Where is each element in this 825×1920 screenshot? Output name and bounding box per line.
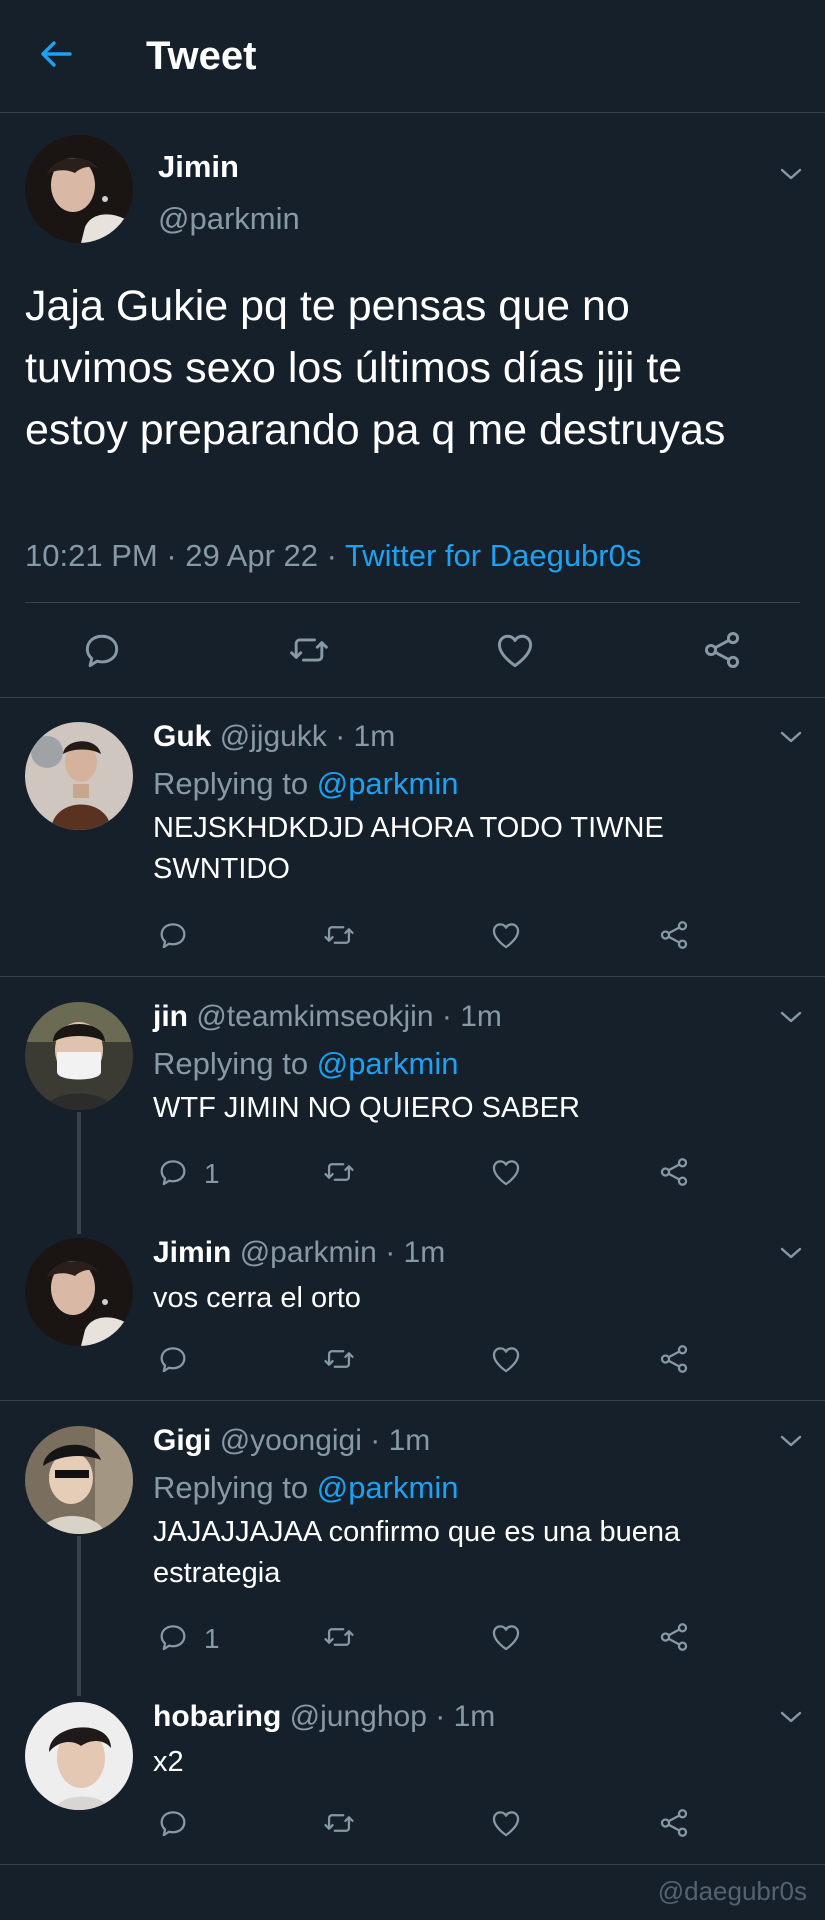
like-icon[interactable] bbox=[489, 1342, 523, 1376]
author-handle[interactable]: @yoongigi bbox=[220, 1424, 362, 1457]
reply-text: vos cerra el orto bbox=[153, 1282, 361, 1314]
author-name[interactable]: Jimin bbox=[158, 149, 239, 185]
tweet-time: 10:21 PM bbox=[25, 538, 158, 573]
retweet-icon[interactable] bbox=[322, 1806, 356, 1840]
reply-text: NEJSKHDKDJD AHORA TODO TIWNE SWNTIDO bbox=[153, 812, 664, 885]
avatar[interactable] bbox=[25, 722, 133, 830]
replying-to-label: Replying to bbox=[153, 1470, 309, 1505]
dot-separator: · bbox=[370, 1424, 381, 1457]
avatar[interactable] bbox=[25, 1238, 133, 1346]
replying-to-label: Replying to bbox=[153, 766, 309, 801]
chevron-down-icon[interactable] bbox=[778, 1244, 804, 1262]
reply-header: hobaring @junghop · 1m bbox=[153, 1700, 495, 1734]
author-name[interactable]: hobaring bbox=[153, 1700, 281, 1733]
dot-separator: · bbox=[166, 538, 177, 573]
reply-header: jin @teamkimseokjin · 1m bbox=[153, 1000, 502, 1034]
reply-icon[interactable] bbox=[156, 918, 190, 952]
reply-text: WTF JIMIN NO QUIERO SABER bbox=[153, 1092, 580, 1124]
main-tweet: Jimin @parkmin Jaja Gukie pq te pensas q… bbox=[0, 113, 825, 698]
like-icon[interactable] bbox=[489, 1620, 523, 1654]
share-icon[interactable] bbox=[657, 1806, 691, 1840]
reply-text: x2 bbox=[153, 1746, 184, 1778]
retweet-icon[interactable] bbox=[322, 1155, 356, 1189]
chevron-down-icon[interactable] bbox=[778, 1708, 804, 1726]
replying-to: Replying to @parkmin bbox=[153, 1046, 458, 1082]
share-icon[interactable] bbox=[657, 918, 691, 952]
reply-header: Gigi @yoongigi · 1m bbox=[153, 1424, 430, 1458]
reply-header: Jimin @parkmin · 1m bbox=[153, 1236, 445, 1270]
reply-count: 1 bbox=[204, 1158, 220, 1189]
watermark: @daegubr0s bbox=[657, 1876, 807, 1906]
reply-icon[interactable] bbox=[156, 1155, 190, 1189]
author-handle[interactable]: @teamkimseokjin bbox=[196, 1000, 433, 1033]
replying-to-label: Replying to bbox=[153, 1046, 309, 1081]
reply-icon[interactable] bbox=[156, 1342, 190, 1376]
back-arrow-icon[interactable] bbox=[36, 34, 76, 74]
top-bar: Tweet bbox=[0, 0, 825, 113]
reply-time: 1m bbox=[453, 1700, 496, 1733]
replying-to: Replying to @parkmin bbox=[153, 1470, 458, 1506]
reply-tweet[interactable]: Guk @jjgukk · 1m Replying to @parkmin NE… bbox=[0, 698, 825, 976]
replying-to: Replying to @parkmin bbox=[153, 766, 458, 802]
author-handle[interactable]: @junghop bbox=[290, 1700, 427, 1733]
retweet-icon[interactable] bbox=[322, 1342, 356, 1376]
avatar[interactable] bbox=[25, 1002, 133, 1110]
tweet-source[interactable]: Twitter for Daegubr0s bbox=[345, 538, 641, 573]
author-name[interactable]: jin bbox=[153, 1000, 188, 1033]
divider bbox=[25, 602, 800, 603]
share-icon[interactable] bbox=[657, 1155, 691, 1189]
retweet-icon[interactable] bbox=[287, 628, 331, 672]
reply-tweet[interactable]: hobaring @junghop · 1m x2 bbox=[0, 1678, 825, 1864]
dot-separator: · bbox=[326, 538, 337, 573]
reply-icon[interactable] bbox=[156, 1806, 190, 1840]
tweet-text: Jaja Gukie pq te pensas que no tuvimos s… bbox=[25, 282, 726, 454]
reply-time: 1m bbox=[403, 1236, 446, 1269]
like-icon[interactable] bbox=[489, 918, 523, 952]
dot-separator: · bbox=[435, 1700, 446, 1733]
page-title: Tweet bbox=[146, 34, 257, 78]
author-handle[interactable]: @parkmin bbox=[158, 201, 300, 237]
reply-time: 1m bbox=[388, 1424, 431, 1457]
author-handle[interactable]: @parkmin bbox=[240, 1236, 377, 1269]
author-handle[interactable]: @jjgukk bbox=[220, 720, 327, 753]
reply-text: JAJAJJAJAA confirmo que es una buena est… bbox=[153, 1516, 681, 1589]
dot-separator: · bbox=[441, 1000, 452, 1033]
share-icon[interactable] bbox=[700, 628, 744, 672]
avatar[interactable] bbox=[25, 1702, 133, 1810]
tweet-date: 29 Apr 22 bbox=[185, 538, 318, 573]
chevron-down-icon[interactable] bbox=[778, 1008, 804, 1026]
reply-tweet[interactable]: Jimin @parkmin · 1m vos cerra el orto bbox=[0, 1212, 825, 1400]
divider bbox=[0, 1864, 825, 1865]
share-icon[interactable] bbox=[657, 1342, 691, 1376]
replying-to-handle[interactable]: @parkmin bbox=[317, 1046, 459, 1081]
reply-header: Guk @jjgukk · 1m bbox=[153, 720, 395, 754]
dot-separator: · bbox=[385, 1236, 396, 1269]
tweet-meta: 10:21 PM · 29 Apr 22 · Twitter for Daegu… bbox=[25, 538, 641, 574]
chevron-down-icon[interactable] bbox=[778, 1432, 804, 1450]
reply-count: 1 bbox=[204, 1623, 220, 1654]
author-name[interactable]: Gigi bbox=[153, 1424, 211, 1457]
reply-tweet[interactable]: jin @teamkimseokjin · 1m Replying to @pa… bbox=[0, 976, 825, 1212]
like-icon[interactable] bbox=[489, 1806, 523, 1840]
reply-tweet[interactable]: Gigi @yoongigi · 1m Replying to @parkmin… bbox=[0, 1400, 825, 1678]
retweet-icon[interactable] bbox=[322, 1620, 356, 1654]
dot-separator: · bbox=[335, 720, 346, 753]
avatar[interactable] bbox=[25, 135, 133, 243]
reply-time: 1m bbox=[353, 720, 396, 753]
retweet-icon[interactable] bbox=[322, 918, 356, 952]
reply-icon[interactable] bbox=[80, 628, 124, 672]
replying-to-handle[interactable]: @parkmin bbox=[317, 766, 459, 801]
like-icon[interactable] bbox=[489, 1155, 523, 1189]
share-icon[interactable] bbox=[657, 1620, 691, 1654]
avatar[interactable] bbox=[25, 1426, 133, 1534]
author-name[interactable]: Jimin bbox=[153, 1236, 231, 1269]
reply-icon[interactable] bbox=[156, 1620, 190, 1654]
chevron-down-icon[interactable] bbox=[778, 165, 804, 183]
replying-to-handle[interactable]: @parkmin bbox=[317, 1470, 459, 1505]
chevron-down-icon[interactable] bbox=[778, 728, 804, 746]
author-name[interactable]: Guk bbox=[153, 720, 211, 753]
like-icon[interactable] bbox=[493, 628, 537, 672]
reply-time: 1m bbox=[460, 1000, 502, 1033]
